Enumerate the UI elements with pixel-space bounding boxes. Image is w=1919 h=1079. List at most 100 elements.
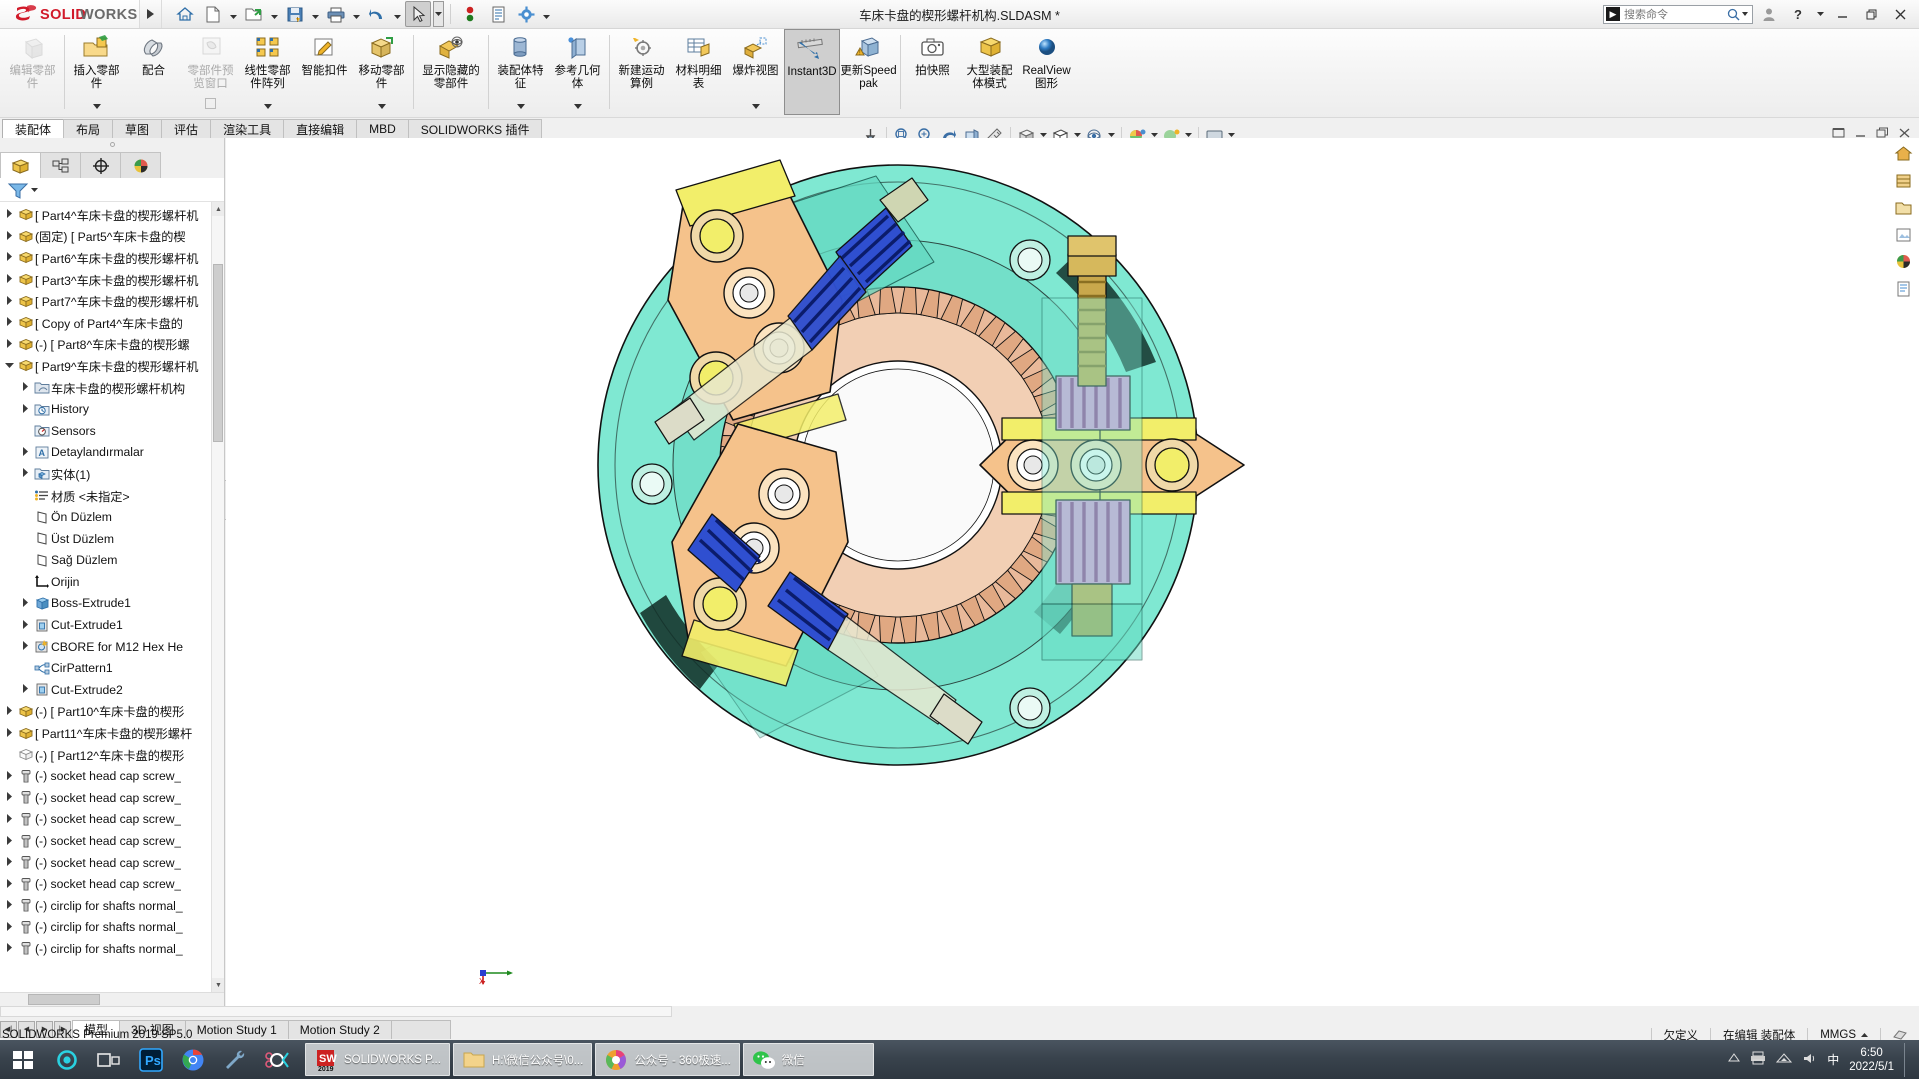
photoshop-icon[interactable]: Ps [130,1040,172,1079]
options-gear-icon[interactable] [513,1,539,27]
panel-grip[interactable] [0,138,224,151]
ribbon-button-move-component[interactable]: 移动零部件 [353,29,410,115]
tab-solidworks-addins[interactable]: SOLIDWORKS 插件 [407,119,543,138]
tree-item[interactable]: (-) circlip for shafts normal_ [0,917,224,939]
tree-item[interactable]: [ Part9^车床卡盘的楔形螺杆机 [0,355,224,377]
tree-vertical-scrollbar[interactable]: ▲ ▼ [211,202,224,992]
tree-item[interactable]: (-) [ Part10^车床卡盘的楔形 [0,701,224,723]
tab-assembly[interactable]: 装配体 [2,119,65,138]
ribbon-button-update-speedpak[interactable]: ! 更新Speedpak [840,29,897,115]
tree-item[interactable]: [ Part3^车床卡盘的楔形螺杆机 [0,269,224,291]
tree-item[interactable]: (-) socket head cap screw_ [0,765,224,787]
tab-render-tools[interactable]: 渲染工具 [210,119,285,138]
misc-icon[interactable] [256,1040,298,1079]
save-dropdown[interactable] [310,1,321,27]
tray-network-icon[interactable] [1776,1052,1793,1068]
chevron-right-icon[interactable] [18,641,32,652]
custom-properties-icon[interactable] [1892,277,1914,299]
tab-layout[interactable]: 布局 [63,119,114,138]
rebuild-icon[interactable] [457,1,483,27]
solidworks-resources-icon[interactable] [1892,142,1914,164]
ribbon-button-edit-component[interactable]: 编辑零部件 [4,29,61,115]
chevron-down-icon[interactable] [2,361,16,371]
tab-mbd[interactable]: MBD [356,119,409,138]
feature-tree[interactable]: [ Part4^车床卡盘的楔形螺杆机 (固定) [ Part5^车床卡盘的楔 [ P… [0,202,224,992]
view-palette-icon[interactable] [1892,223,1914,245]
taskbar-clock[interactable]: 6:50 2022/5/1 [1849,1046,1894,1074]
chevron-right-icon[interactable] [2,792,16,803]
tree-item[interactable]: 实体(1) [0,463,224,485]
tree-item[interactable]: Ön Düzlem [0,506,224,528]
chevron-right-icon[interactable] [2,878,16,890]
chevron-right-icon[interactable] [18,684,32,695]
ribbon-button-smart-fasteners[interactable]: 智能扣件 [296,29,353,115]
chevron-right-icon[interactable] [2,900,16,911]
chevron-right-icon[interactable] [2,209,16,220]
tab-direct-edit[interactable]: 直接编辑 [283,119,358,138]
chevron-right-icon[interactable] [2,857,16,868]
chevron-right-icon[interactable] [2,274,16,285]
select-pointer-icon[interactable] [405,1,431,27]
chevron-right-icon[interactable] [2,813,16,825]
undo-dropdown[interactable] [392,1,403,27]
chevron-right-icon[interactable] [2,252,16,263]
tree-item[interactable]: [ Copy of Part4^车床卡盘的 [0,312,224,334]
tree-item[interactable]: (-) circlip for shafts normal_ [0,895,224,917]
ribbon-button-realview-graphics[interactable]: RealView图形 [1018,29,1075,115]
ribbon-button-show-hidden-components[interactable]: 显示隐藏的零部件 [417,29,485,115]
tree-item[interactable]: Orijin [0,571,224,593]
ribbon-button-reference-geometry[interactable]: 参考几何体 [549,29,606,115]
chevron-down-icon[interactable] [92,104,101,115]
tray-printer-icon[interactable] [1750,1051,1766,1068]
chevron-right-icon[interactable] [18,468,32,479]
ribbon-button-new-motion-study[interactable]: 新建运动算例 [613,29,670,115]
tree-item[interactable]: (-) socket head cap screw_ [0,873,224,895]
configuration-manager-tab[interactable] [80,152,121,178]
ribbon-button-assembly-feature[interactable]: 装配体特征 [492,29,549,115]
tab-evaluate[interactable]: 评估 [161,119,212,138]
undo-icon[interactable] [364,1,390,27]
help-icon[interactable]: ? [1785,1,1811,27]
tray-ime-icon[interactable]: 中 [1827,1051,1839,1068]
tray-volume-icon[interactable] [1802,1052,1817,1068]
open-document-dropdown[interactable] [269,1,280,27]
chevron-right-icon[interactable] [2,338,16,350]
chevron-down-icon[interactable] [516,104,525,115]
taskview-icon[interactable] [88,1040,130,1079]
tray-expand-icon[interactable] [1728,1053,1741,1066]
tree-item[interactable]: (-) [ Part8^车床卡盘的楔形螺 [0,334,224,356]
chevron-right-icon[interactable] [2,727,16,739]
show-desktop-icon[interactable] [1904,1042,1909,1077]
tree-item[interactable]: 车床卡盘的楔形螺杆机构 [0,377,224,399]
tree-item[interactable]: 材质 <未指定> [0,485,224,507]
chevron-down-icon[interactable] [263,104,272,115]
tree-item[interactable]: [ Part11^车床卡盘的楔形螺杆 [0,722,224,744]
taskbar-item-wechat[interactable]: 微信 [742,1043,874,1076]
design-library-icon[interactable] [1892,169,1914,191]
close-button[interactable] [1887,1,1913,27]
tree-item[interactable]: Cut-Extrude2 [0,679,224,701]
tree-item[interactable]: (-) circlip for shafts normal_ [0,938,224,960]
select-dropdown[interactable] [433,1,444,27]
tab-sketch[interactable]: 草图 [112,119,163,138]
chevron-right-icon[interactable] [18,619,32,631]
tree-item[interactable]: (-) socket head cap screw_ [0,830,224,852]
menu-expand-arrow[interactable] [140,0,162,28]
chevron-right-icon[interactable] [2,295,16,307]
ribbon-button-mate[interactable]: 配合 [125,29,182,115]
taskbar-item-folder[interactable]: H:\微信公众号\0... [452,1043,593,1076]
ribbon-button-linear-component-pattern[interactable]: 线性零部件阵列 [239,29,296,115]
chevron-right-icon[interactable] [2,943,16,954]
chevron-right-icon[interactable] [18,403,32,415]
minimize-button[interactable] [1829,1,1855,27]
chevron-down-icon[interactable] [377,104,386,115]
display-manager-tab[interactable] [120,152,161,178]
chevron-right-icon[interactable] [18,446,32,458]
chevron-right-icon[interactable] [2,835,16,847]
open-document-icon[interactable] [241,1,267,27]
chevron-right-icon[interactable] [2,770,16,782]
ribbon-button-component-preview[interactable]: 零部件预览窗口 [182,29,239,115]
chevron-right-icon[interactable] [2,317,16,328]
help-dropdown-icon[interactable] [1814,1,1826,27]
ribbon-button-take-snapshot[interactable]: 拍快照 [904,29,961,115]
